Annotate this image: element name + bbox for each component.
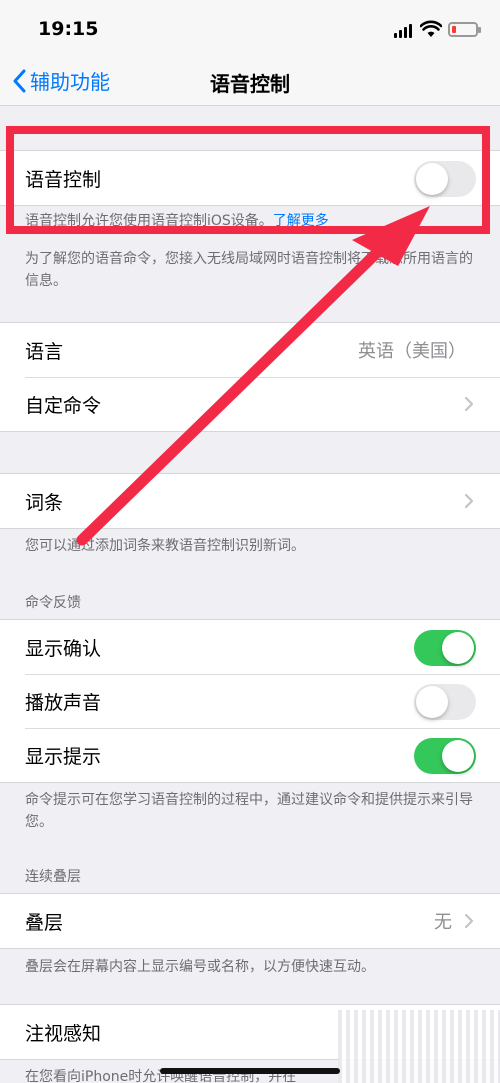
annotation-arrow — [76, 206, 430, 546]
